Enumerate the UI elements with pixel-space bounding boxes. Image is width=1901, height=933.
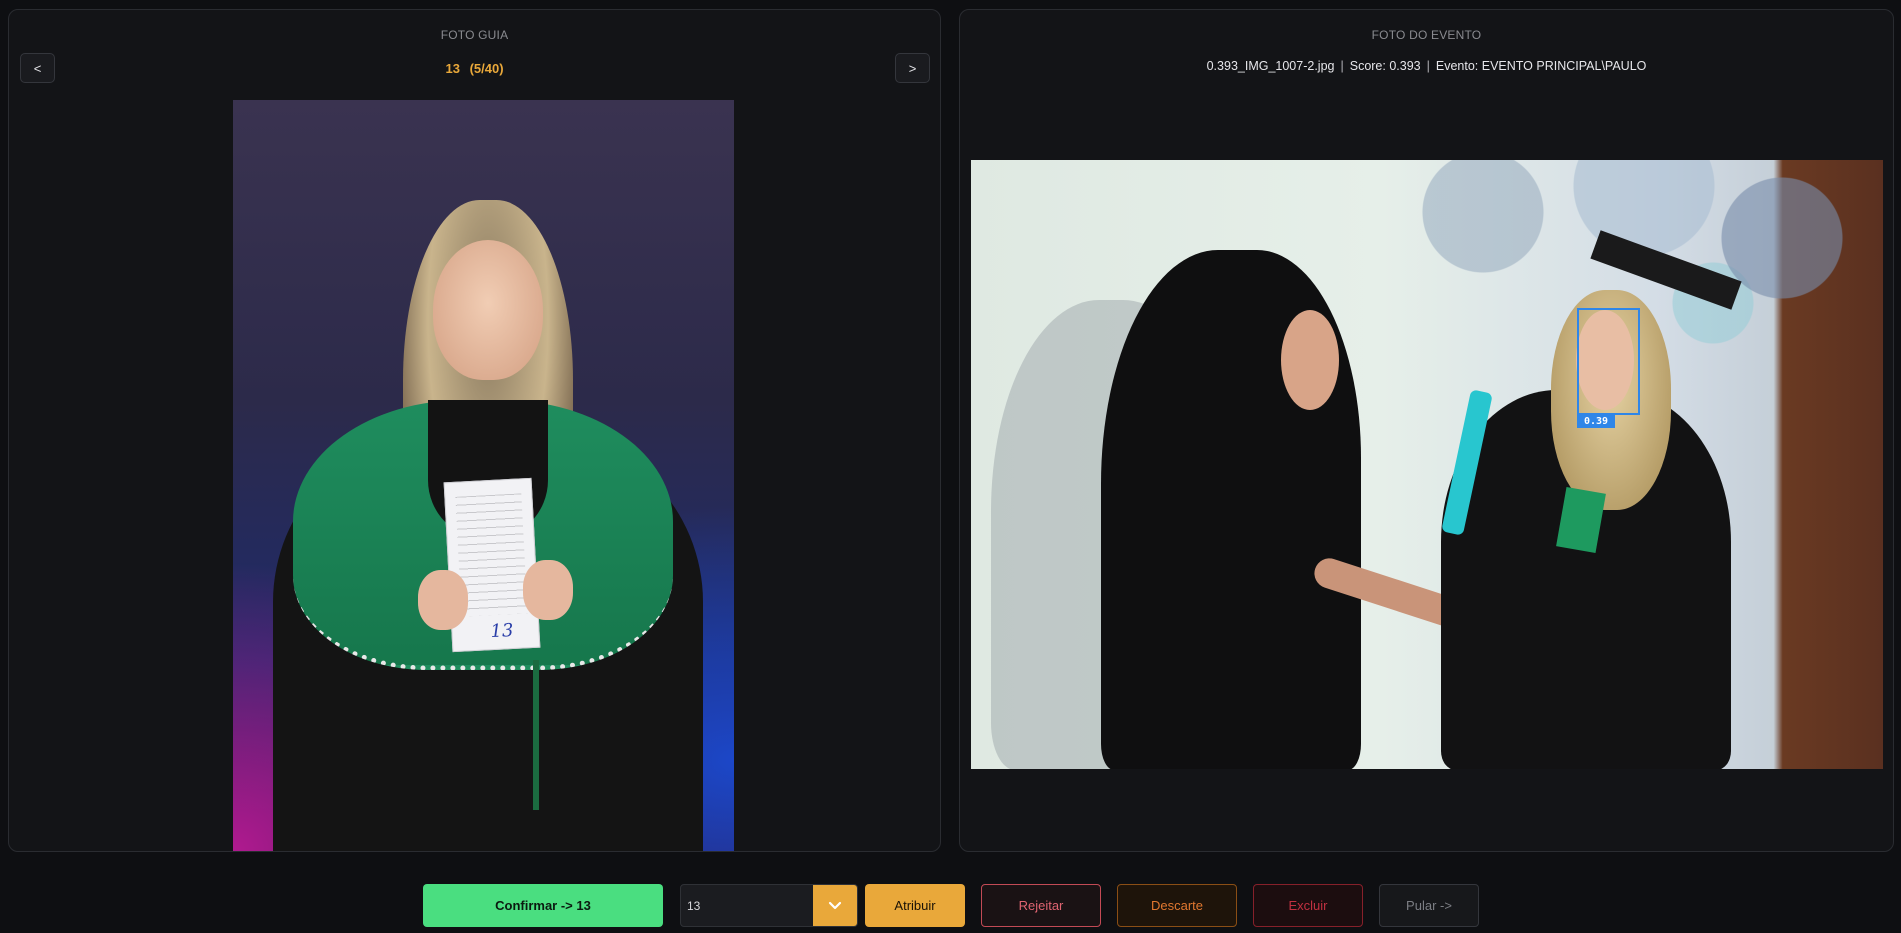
guide-photo: 13 — [233, 100, 734, 851]
separator: | — [1340, 59, 1344, 73]
right-hand — [523, 560, 573, 620]
event-score: Score: 0.393 — [1349, 59, 1421, 73]
tassel — [533, 660, 539, 810]
presenter-face — [1281, 310, 1339, 410]
guide-position: (5/40) — [469, 61, 504, 76]
sheet-number: 13 — [489, 619, 514, 643]
face — [433, 240, 543, 380]
face-score-label: 0.39 — [1577, 415, 1616, 428]
event-filename: 0.393_IMG_1007-2.jpg — [1206, 59, 1335, 73]
separator: | — [1426, 59, 1430, 73]
guide-id: 13 — [445, 61, 460, 76]
guide-panel: FOTO GUIA < 13 (5/40) > 13 — [8, 9, 941, 852]
event-panel: FOTO DO EVENTO 0.393_IMG_1007-2.jpg | Scor… — [959, 9, 1894, 852]
guide-panel-title: FOTO GUIA — [440, 28, 509, 42]
left-hand — [418, 570, 468, 630]
confirm-button[interactable]: Confirmar -> 13 — [423, 884, 663, 927]
guide-counter: 13 (5/40) — [9, 61, 940, 76]
dropdown-toggle[interactable] — [813, 885, 857, 926]
next-button[interactable]: > — [895, 53, 930, 83]
discard-button[interactable]: Descarte — [1117, 884, 1237, 927]
target-select[interactable] — [680, 884, 858, 927]
event-photo: 0.39 — [971, 160, 1883, 769]
target-input[interactable] — [681, 885, 815, 926]
skip-button[interactable]: Pular -> — [1379, 884, 1479, 927]
delete-button[interactable]: Excluir — [1253, 884, 1363, 927]
face-detection-box[interactable] — [1577, 308, 1640, 415]
assign-button[interactable]: Atribuir — [865, 884, 965, 927]
chevron-down-icon — [828, 901, 842, 909]
event-panel-title: FOTO DO EVENTO — [1371, 28, 1482, 42]
event-name: Evento: EVENTO PRINCIPAL\PAULO — [1435, 59, 1647, 73]
id-sheet: 13 — [443, 477, 541, 653]
event-info: 0.393_IMG_1007-2.jpg | Score: 0.393 | Evento… — [960, 59, 1893, 73]
reject-button[interactable]: Rejeitar — [981, 884, 1101, 927]
